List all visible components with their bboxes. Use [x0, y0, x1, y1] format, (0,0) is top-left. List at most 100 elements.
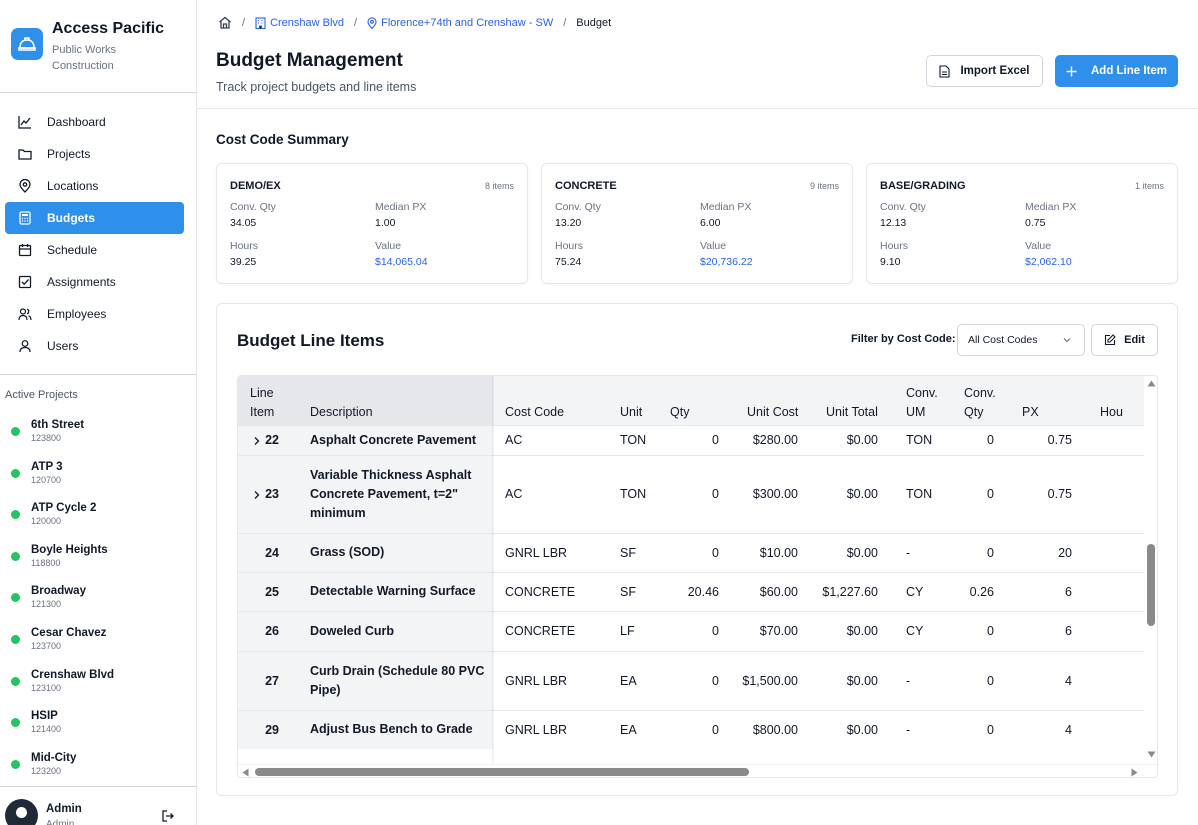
nav-label: Locations — [47, 179, 99, 193]
description-cell: Detectable Warning Surface — [298, 571, 493, 611]
unit-total-cell: $0.00 — [814, 709, 894, 749]
column-header[interactable]: Conv. Qty — [952, 376, 1010, 425]
add-line-item-button[interactable]: Add Line Item — [1055, 55, 1178, 87]
table-row[interactable]: 29 Adjust Bus Bench to Grade GNRL LBR EA… — [238, 709, 1157, 749]
nav-item-dashboard[interactable]: Dashboard — [5, 106, 184, 138]
nav-item-users[interactable]: Users — [5, 330, 184, 362]
column-header[interactable]: Unit Cost — [735, 376, 814, 425]
column-header[interactable]: Unit Total — [814, 376, 894, 425]
project-number: 123700 — [31, 640, 62, 651]
column-header[interactable]: Unit — [608, 376, 658, 425]
line-item-cell: 23 — [238, 454, 298, 533]
brand: Access Pacific Public Works Construction — [0, 0, 197, 93]
column-header[interactable]: PX — [1010, 376, 1088, 425]
column-header[interactable]: Conv. UM — [894, 376, 952, 425]
nav-label: Budgets — [47, 211, 95, 225]
px-cell: 0.75 — [1010, 454, 1088, 533]
import-excel-button[interactable]: Import Excel — [926, 55, 1043, 87]
breadcrumb-project[interactable]: Crenshaw Blvd — [255, 17, 344, 29]
logout-icon[interactable] — [161, 809, 175, 825]
chevron-right-icon[interactable] — [253, 435, 261, 449]
import-excel-label: Import Excel — [960, 65, 1030, 77]
line-item-cell: 29 — [238, 709, 298, 749]
project-number: 121300 — [31, 599, 62, 610]
page-title: Budget Management — [216, 50, 403, 71]
column-header[interactable]: Qty — [658, 376, 735, 425]
value-label: Value — [1025, 240, 1052, 252]
status-dot — [11, 718, 20, 728]
conv-qty-label: Conv. Qty — [555, 201, 601, 213]
nav-item-assignments[interactable]: Assignments — [5, 266, 184, 298]
hard-hat-icon — [11, 28, 43, 60]
table-row[interactable]: 22 Asphalt Concrete Pavement AC TON 0 $2… — [238, 424, 1157, 455]
breadcrumb-separator: / — [563, 16, 567, 29]
avatar-head — [16, 807, 27, 818]
map-pin-icon — [367, 16, 377, 29]
line-item-cell: 25 — [238, 571, 298, 611]
filter-label: Filter by Cost Code: — [851, 333, 956, 345]
avatar[interactable] — [5, 799, 38, 825]
edit-button[interactable]: Edit — [1091, 324, 1158, 356]
nav-item-schedule[interactable]: Schedule — [5, 234, 184, 266]
budget-line-items-title: Budget Line Items — [237, 331, 385, 350]
unit-total-cell: $1,227.60 — [814, 571, 894, 611]
horizontal-scrollbar[interactable] — [238, 764, 1157, 777]
description-cell: Doweled Curb — [298, 610, 493, 651]
nav-item-employees[interactable]: Employees — [5, 298, 184, 330]
line-item-cell: 22 — [238, 424, 298, 455]
divider — [0, 374, 197, 375]
project-item[interactable]: Broadway 121300 — [0, 578, 197, 620]
line-item-cell: 24 — [238, 532, 298, 572]
table-row[interactable]: 25 Detectable Warning Surface CONCRETE S… — [238, 571, 1157, 611]
project-item[interactable]: 6th Street 123800 — [0, 412, 197, 454]
nav-label: Projects — [47, 147, 91, 161]
project-number: 121400 — [31, 724, 62, 735]
unit-cell: TON — [608, 424, 658, 455]
table-row[interactable]: 27 Curb Drain (Schedule 80 PVC Pipe) GNR… — [238, 650, 1157, 710]
project-item[interactable]: Crenshaw Blvd 123100 — [0, 662, 197, 704]
px-cell: 20 — [1010, 532, 1088, 572]
vertical-scroll-thumb[interactable] — [1147, 544, 1155, 626]
cost-code-summary-title: Cost Code Summary — [216, 132, 349, 147]
cost-code-name: BASE/GRADING — [880, 180, 966, 192]
cost-code-cell: GNRL LBR — [493, 650, 608, 710]
unit-cost-cell: $1,500.00 — [735, 650, 814, 710]
nav-item-budgets[interactable]: Budgets — [5, 202, 184, 234]
column-header[interactable]: Description — [298, 376, 493, 425]
horizontal-scroll-thumb[interactable] — [255, 768, 749, 776]
project-item[interactable]: ATP Cycle 2 120000 — [0, 495, 197, 537]
value-label: Value — [700, 240, 727, 252]
breadcrumb-current: Budget — [576, 16, 612, 29]
user-name: Admin — [46, 803, 82, 815]
user-icon — [18, 339, 32, 353]
project-item[interactable]: Mid-City 123200 — [0, 745, 197, 774]
vertical-scrollbar[interactable] — [1144, 376, 1157, 764]
chevron-right-icon[interactable] — [253, 489, 261, 503]
project-item[interactable]: HSIP 121400 — [0, 703, 197, 745]
project-item[interactable]: ATP 3 120700 — [0, 454, 197, 496]
project-item[interactable]: Cesar Chavez 123700 — [0, 620, 197, 662]
table-row[interactable]: 23 Variable Thickness Asphalt Concrete P… — [238, 454, 1157, 533]
breadcrumb-location[interactable]: Florence+74th and Crenshaw - SW — [367, 17, 553, 29]
unit-cost-cell: $60.00 — [735, 571, 814, 611]
nav-item-locations[interactable]: Locations — [5, 170, 184, 202]
table-row[interactable]: 24 Grass (SOD) GNRL LBR SF 0 $10.00 $0.0… — [238, 532, 1157, 572]
status-dot — [11, 759, 20, 769]
cost-code-card: DEMO/EX 8 items Conv. Qty 34.05 Median P… — [216, 163, 528, 284]
sidebar: Access Pacific Public Works Construction… — [0, 0, 197, 825]
cost-code-filter-select[interactable]: All Cost Codes — [957, 324, 1085, 356]
breadcrumb-project-label: Crenshaw Blvd — [270, 16, 345, 29]
table-row[interactable]: 26 Doweled Curb CONCRETE LF 0 $70.00 $0.… — [238, 610, 1157, 651]
home-icon[interactable] — [218, 16, 232, 29]
conv-um-cell: TON — [894, 424, 952, 455]
line-items-table-wrapper[interactable]: Line Item Description Cost Code Unit Qty… — [237, 375, 1158, 778]
project-item[interactable]: Boyle Heights 118800 — [0, 537, 197, 579]
column-header[interactable]: Cost Code — [493, 376, 608, 425]
scroll-left-arrow-icon — [242, 768, 249, 777]
status-dot — [11, 634, 20, 644]
column-header[interactable]: Line Item — [238, 376, 298, 425]
value-label: Value — [375, 240, 402, 252]
line-items-table: Line Item Description Cost Code Unit Qty… — [238, 376, 1157, 749]
nav-item-projects[interactable]: Projects — [5, 138, 184, 170]
conv-qty-value: 13.20 — [555, 217, 582, 229]
